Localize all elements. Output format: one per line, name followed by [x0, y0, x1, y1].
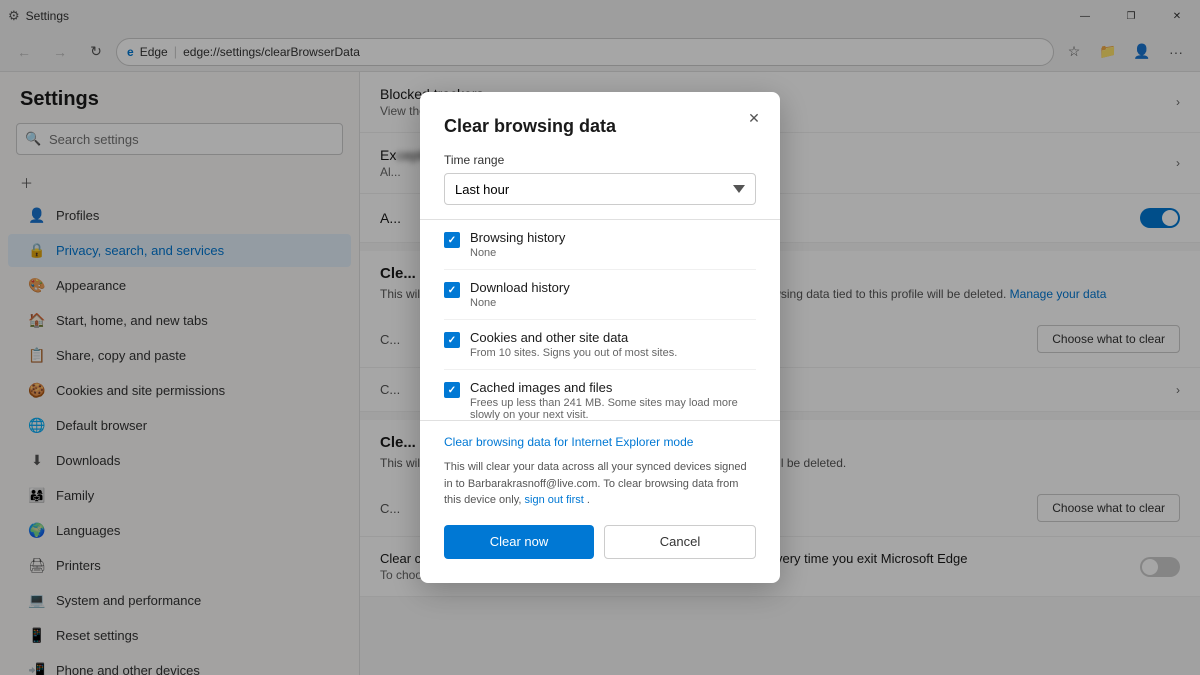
ie-link-section: Clear browsing data for Internet Explore…	[444, 433, 756, 451]
modal-actions: Clear now Cancel	[444, 525, 756, 559]
modal-info-end: .	[587, 494, 590, 506]
cached-text: Cached images and files Frees up less th…	[470, 380, 756, 420]
cancel-button[interactable]: Cancel	[604, 525, 756, 559]
modal-info-pre: This will clear your data across all you…	[444, 461, 747, 506]
modal-info-text: This will clear your data across all you…	[444, 459, 756, 509]
download-history-sub: None	[470, 297, 570, 309]
sign-out-link[interactable]: sign out first	[525, 494, 584, 506]
cached-sub: Frees up less than 241 MB. Some sites ma…	[470, 397, 756, 420]
ie-mode-link[interactable]: Clear browsing data for Internet Explore…	[444, 435, 693, 449]
time-range-select[interactable]: Last hourLast 24 hoursLast 7 daysLast 4 …	[444, 173, 756, 205]
clear-now-button[interactable]: Clear now	[444, 525, 594, 559]
browsing-history-sub: None	[470, 247, 565, 259]
modal-checkboxes: Browsing history None Download history N…	[420, 220, 780, 420]
download-history-label: Download history	[470, 280, 570, 295]
time-range-label: Time range	[444, 153, 756, 167]
cookies-row: Cookies and other site data From 10 site…	[444, 320, 756, 370]
cookies-sub: From 10 sites. Signs you out of most sit…	[470, 347, 677, 359]
modal-divider-bottom	[420, 420, 780, 421]
download-history-text: Download history None	[470, 280, 570, 309]
cached-checkbox[interactable]	[444, 382, 460, 398]
browsing-history-label: Browsing history	[470, 230, 565, 245]
cookies-checkbox[interactable]	[444, 332, 460, 348]
modal-close-button[interactable]: ✕	[740, 104, 768, 132]
cached-row: Cached images and files Frees up less th…	[444, 370, 756, 420]
download-history-checkbox[interactable]	[444, 282, 460, 298]
cookies-text: Cookies and other site data From 10 site…	[470, 330, 677, 359]
browsing-history-text: Browsing history None	[470, 230, 565, 259]
browsing-history-checkbox[interactable]	[444, 232, 460, 248]
clear-browsing-data-modal: Clear browsing data ✕ Time range Last ho…	[420, 92, 780, 583]
browsing-history-row: Browsing history None	[444, 220, 756, 270]
cached-label: Cached images and files	[470, 380, 756, 395]
modal-overlay: Clear browsing data ✕ Time range Last ho…	[0, 0, 1200, 675]
download-history-row: Download history None	[444, 270, 756, 320]
cookies-label: Cookies and other site data	[470, 330, 677, 345]
modal-title: Clear browsing data	[444, 116, 756, 137]
